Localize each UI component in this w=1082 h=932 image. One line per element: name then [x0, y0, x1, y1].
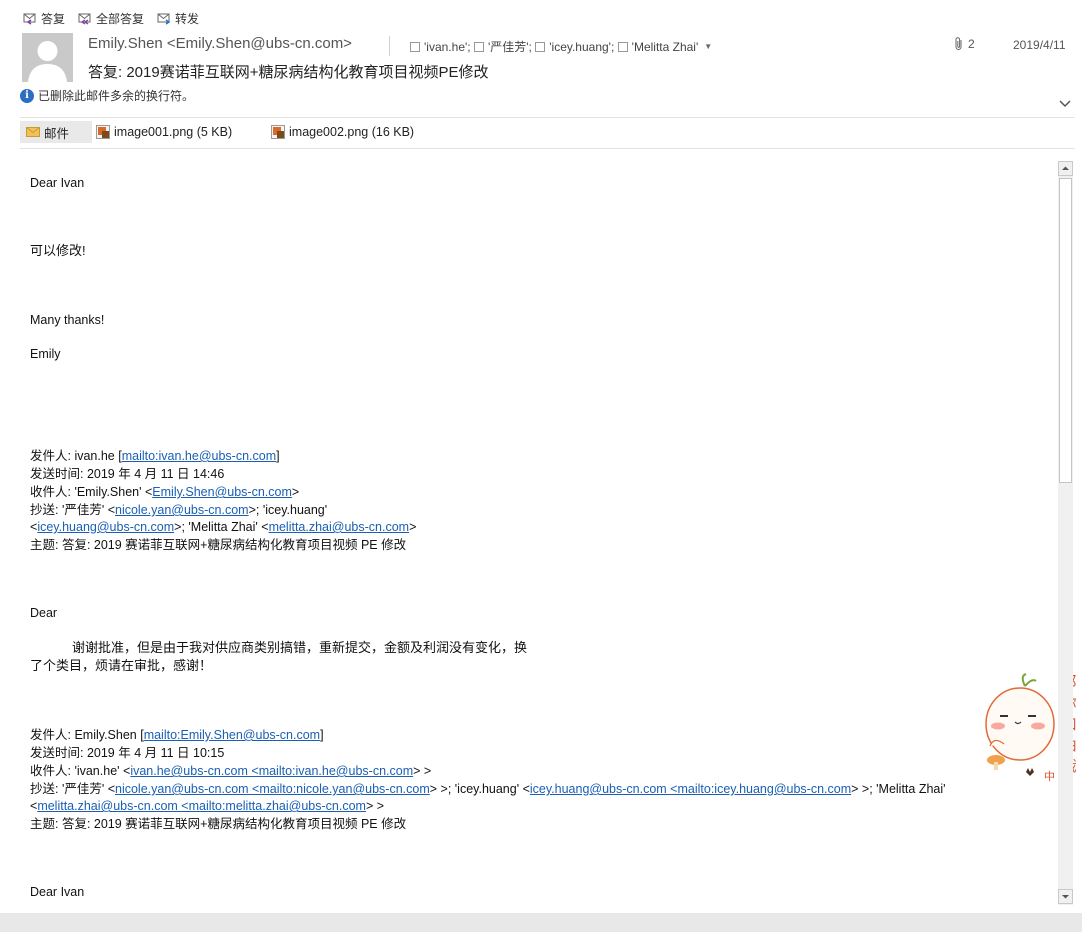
email-link[interactable]: melitta.zhai@ubs-cn.com <mailto:melitta.… [37, 799, 366, 813]
expand-header-chevron-icon[interactable] [1058, 96, 1072, 110]
envelope-icon [26, 127, 40, 137]
quoted-greeting-1: Dear [30, 606, 58, 620]
scrollbar-thumb[interactable] [1059, 178, 1072, 483]
reply-button[interactable]: 答复 [22, 8, 65, 28]
quoted-subject-1: 主题: 答复: 2019 赛诺菲互联网+糖尿病结构化教育项目视频 PE 修改 [30, 538, 407, 552]
image-file-icon [271, 125, 285, 139]
reply-text: 可以修改! [30, 243, 86, 258]
mailto-link[interactable]: mailto:Emily.Shen@ubs-cn.com [144, 728, 320, 742]
attachment-name: image001.png (5 KB) [114, 125, 233, 139]
recipient-list[interactable]: 'ivan.he'; '严佳芳'; 'icey.huang'; 'Melitta… [410, 38, 712, 55]
email-link[interactable]: Emily.Shen@ubs-cn.com [152, 485, 292, 499]
recipient-item[interactable]: '严佳芳'; [473, 38, 535, 55]
email-link[interactable]: nicole.yan@ubs-cn.com <mailto:nicole.yan… [115, 782, 430, 796]
contact-box-icon [617, 41, 628, 52]
image-file-icon [96, 125, 110, 139]
quoted-subject-2: 主题: 答复: 2019 赛诺菲互联网+糖尿病结构化教育项目视频 PE 修改 [30, 817, 407, 831]
quoted-cc-1-cont: <icey.huang@ubs-cn.com>; 'Melitta Zhai' … [30, 520, 417, 534]
forward-button[interactable]: 转发 [156, 8, 199, 28]
quoted-greeting-2: Dear Ivan [30, 885, 85, 899]
scroll-down-button[interactable] [1058, 889, 1073, 904]
contact-box-icon [473, 41, 484, 52]
recipient-item[interactable]: 'Melitta Zhai' [617, 40, 698, 54]
forward-label: 转发 [175, 11, 200, 26]
status-bar [0, 913, 1082, 932]
reply-icon [23, 13, 36, 25]
message-tab-label: 邮件 [44, 126, 70, 141]
attachment-count-value: 2 [968, 37, 975, 51]
quoted-from-2: 发件人: Emily.Shen [mailto:Emily.Shen@ubs-c… [30, 728, 324, 742]
email-link[interactable]: icey.huang@ubs-cn.com <mailto:icey.huang… [530, 782, 851, 796]
recipient-item[interactable]: 'icey.huang'; [535, 40, 617, 54]
email-subject: 答复: 2019赛诺菲互联网+糖尿病结构化教育项目视频PE修改 [88, 64, 489, 81]
attachment-item[interactable]: image002.png (16 KB) [271, 121, 414, 143]
arrow-up-icon [1062, 166, 1069, 170]
sender-name[interactable]: Emily.Shen <Emily.Shen@ubs-cn.com> [88, 35, 352, 52]
mailto-link[interactable]: mailto:ivan.he@ubs-cn.com [122, 449, 276, 463]
quoted-to-1: 收件人: 'Emily.Shen' <Emily.Shen@ubs-cn.com… [30, 485, 300, 499]
reply-all-icon [78, 13, 91, 25]
email-link[interactable]: melitta.zhai@ubs-cn.com [269, 520, 410, 534]
attachment-count[interactable]: 2 [953, 36, 975, 52]
recipients-dropdown-icon[interactable]: ▼ [704, 42, 712, 51]
sticker-small-text: 中 [1044, 771, 1055, 783]
divider [20, 117, 1075, 118]
quoted-body-1: 谢谢批准，但是由于我对供应商类别搞错，重新提交，金额及利润没有变化，换 [72, 640, 528, 655]
divider [20, 148, 1075, 149]
email-link[interactable]: icey.huang@ubs-cn.com [37, 520, 174, 534]
signature: Emily [30, 347, 61, 361]
forward-icon [157, 13, 171, 25]
quoted-sent-2: 发送时间: 2019 年 4 月 11 日 10:15 [30, 746, 225, 760]
avatar [22, 33, 73, 82]
info-icon: i [20, 88, 34, 103]
email-date: 2019/4/11 [1013, 38, 1066, 52]
scroll-up-button[interactable] [1058, 161, 1073, 176]
quoted-body-2: 了个类目，烦请在审批，感谢！ [30, 658, 213, 673]
attachment-name: image002.png (16 KB) [289, 125, 415, 139]
email-link[interactable]: nicole.yan@ubs-cn.com [115, 503, 249, 517]
arrow-down-icon [1062, 895, 1069, 899]
thanks-text: Many thanks! [30, 313, 105, 327]
greeting: Dear Ivan [30, 176, 85, 190]
recipient-item[interactable]: 'ivan.he'; [410, 40, 474, 54]
reply-label: 答复 [41, 11, 66, 26]
info-bar[interactable]: i 已删除此邮件多余的换行符。 [20, 87, 194, 104]
paperclip-icon [955, 37, 962, 50]
contact-box-icon [535, 41, 546, 52]
contact-box-icon [410, 41, 420, 52]
message-tab[interactable]: 邮件 [20, 121, 92, 143]
reply-all-label: 全部答复 [96, 11, 145, 26]
quoted-cc-2: 抄送: '严佳芳' <nicole.yan@ubs-cn.com <mailto… [30, 782, 946, 796]
quoted-sent-1: 发送时间: 2019 年 4 月 11 日 14:46 [30, 467, 225, 481]
attachment-item[interactable]: image001.png (5 KB) [96, 121, 232, 143]
divider [389, 36, 390, 56]
quoted-cc-1: 抄送: '严佳芳' <nicole.yan@ubs-cn.com>; 'icey… [30, 503, 328, 517]
quoted-to-2: 收件人: 'ivan.he' <ivan.he@ubs-cn.com <mail… [30, 764, 432, 778]
quoted-from-1: 发件人: ivan.he [mailto:ivan.he@ubs-cn.com] [30, 449, 280, 463]
info-text: 已删除此邮件多余的换行符。 [38, 89, 195, 103]
reply-all-button[interactable]: 全部答复 [77, 8, 144, 28]
email-link[interactable]: ivan.he@ubs-cn.com <mailto:ivan.he@ubs-c… [130, 764, 413, 778]
quoted-cc-2-cont: <melitta.zhai@ubs-cn.com <mailto:melitta… [30, 799, 385, 813]
